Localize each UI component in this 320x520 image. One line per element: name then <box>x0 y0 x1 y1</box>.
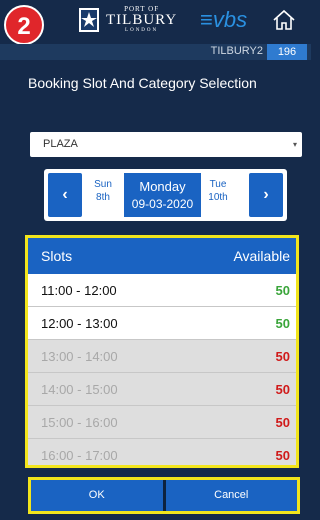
current-day-name: Monday <box>139 179 186 194</box>
user-bar: TILBURY2 196 <box>0 44 311 60</box>
next-day-button[interactable]: › <box>249 173 283 217</box>
slot-row: 15:00 - 16:00 50 <box>28 406 296 439</box>
page-title: Booking Slot And Category Selection <box>28 75 257 91</box>
app-header: 2 PORT OF TILBURY LONDON ≡vbs <box>0 0 311 45</box>
slots-table: Slots Available 11:00 - 12:00 50 12:00 -… <box>25 235 299 468</box>
step-badge: 2 <box>4 5 44 45</box>
previous-day-name: Sun <box>94 179 112 190</box>
slot-available-count: 50 <box>275 283 290 298</box>
user-name: TILBURY2 <box>210 45 263 57</box>
chevron-down-icon: ▾ <box>292 140 297 149</box>
slot-available-count: 50 <box>275 382 290 397</box>
logo-city: LONDON <box>125 28 159 33</box>
slot-available-count: 50 <box>275 415 290 430</box>
ok-button[interactable]: OK <box>31 480 163 511</box>
slot-time: 11:00 - 12:00 <box>41 283 117 298</box>
slot-available-count: 50 <box>275 448 290 463</box>
user-number-badge: 196 <box>267 44 307 60</box>
previous-day[interactable]: Sun 8th <box>86 178 120 204</box>
cancel-button[interactable]: Cancel <box>166 480 298 511</box>
logo-name: TILBURY <box>106 12 178 28</box>
vbs-logo: ≡vbs <box>200 7 248 32</box>
previous-day-button[interactable]: ‹ <box>48 173 82 217</box>
previous-day-date: 8th <box>96 192 110 203</box>
slot-time: 15:00 - 16:00 <box>41 415 118 430</box>
slots-header: Slots Available <box>28 238 296 274</box>
available-column-header: Available <box>233 248 290 264</box>
current-day: Monday 09-03-2020 <box>124 173 201 217</box>
current-day-date: 09-03-2020 <box>131 197 194 211</box>
crest-icon <box>79 7 99 32</box>
slot-row[interactable]: 11:00 - 12:00 50 <box>28 274 296 307</box>
logo-text: PORT OF TILBURY LONDON <box>106 6 178 34</box>
action-bar: OK Cancel <box>28 477 300 514</box>
slot-time: 13:00 - 14:00 <box>41 349 118 364</box>
slot-available-count: 50 <box>275 316 290 331</box>
slot-time: 12:00 - 13:00 <box>41 316 118 331</box>
next-day[interactable]: Tue 10th <box>201 178 235 204</box>
home-icon[interactable] <box>272 8 296 32</box>
slot-available-count: 50 <box>275 349 290 364</box>
date-navigator: ‹ Sun 8th Monday 09-03-2020 Tue 10th › <box>44 169 287 221</box>
slot-time: 16:00 - 17:00 <box>41 448 118 463</box>
slot-row: 16:00 - 17:00 50 <box>28 439 296 465</box>
next-day-name: Tue <box>209 179 227 190</box>
port-of-tilbury-logo: PORT OF TILBURY LONDON <box>78 6 177 33</box>
category-select[interactable]: PLAZA ▾ <box>30 132 302 157</box>
category-select-value: PLAZA <box>43 138 78 150</box>
slots-column-header: Slots <box>41 248 73 264</box>
slot-time: 14:00 - 15:00 <box>41 382 118 397</box>
slot-row: 13:00 - 14:00 50 <box>28 340 296 373</box>
slot-row: 14:00 - 15:00 50 <box>28 373 296 406</box>
slot-row[interactable]: 12:00 - 13:00 50 <box>28 307 296 340</box>
next-day-date: 10th <box>208 192 228 203</box>
